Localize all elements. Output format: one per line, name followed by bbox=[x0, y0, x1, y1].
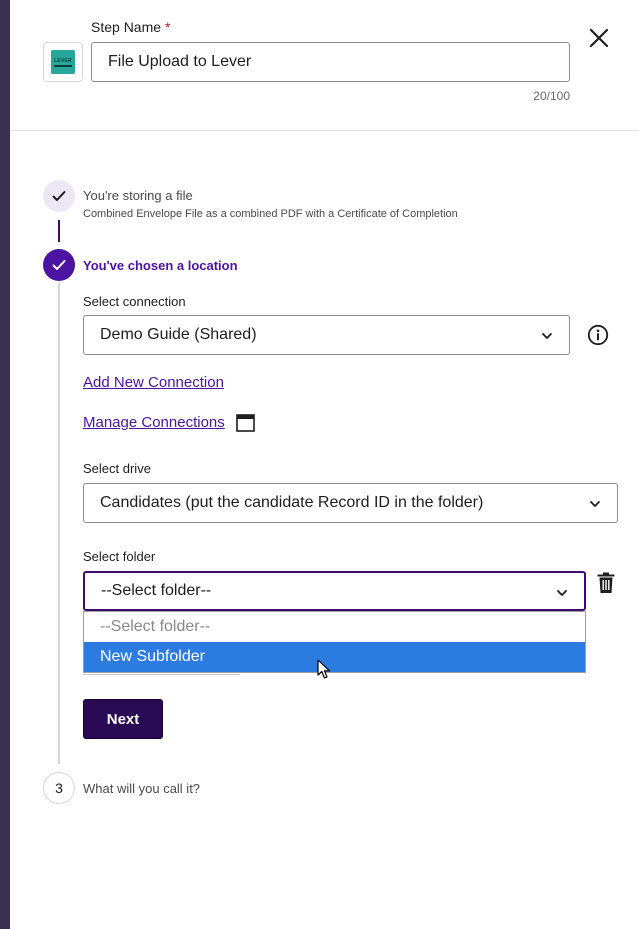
header-divider bbox=[10, 130, 639, 131]
step-connector-2 bbox=[58, 282, 60, 764]
external-window-icon[interactable] bbox=[236, 414, 255, 432]
step-2-active-badge bbox=[43, 249, 75, 281]
manage-connections-link[interactable]: Manage Connections bbox=[83, 414, 225, 431]
step-1-complete-badge bbox=[43, 180, 75, 212]
required-mark: * bbox=[164, 19, 171, 35]
step-3-title: What will you call it? bbox=[83, 781, 201, 796]
connection-select-value: Demo Guide (Shared) bbox=[100, 326, 257, 343]
check-icon bbox=[52, 191, 66, 201]
mouse-cursor-icon bbox=[317, 659, 331, 679]
step-3-badge: 3 bbox=[43, 772, 75, 804]
char-counter: 20/100 bbox=[533, 89, 570, 103]
step-1-subtitle: Combined Envelope File as a combined PDF… bbox=[83, 208, 458, 220]
trash-icon[interactable] bbox=[597, 572, 615, 594]
step-editor-panel: LEVER Step Name * 20/100 You're storing … bbox=[10, 0, 639, 929]
drive-select-value: Candidates (put the candidate Record ID … bbox=[100, 494, 484, 511]
folder-dropdown-list: --Select folder-- New Subfolder bbox=[83, 611, 586, 673]
lever-logo-text: LEVER bbox=[54, 58, 72, 64]
folder-option-placeholder[interactable]: --Select folder-- bbox=[84, 612, 585, 642]
select-folder-label: Select folder bbox=[83, 549, 156, 564]
check-icon bbox=[52, 260, 66, 270]
chevron-down-icon bbox=[590, 501, 600, 507]
step-name-label: Step Name * bbox=[91, 19, 171, 35]
step-2-title: You've chosen a location bbox=[83, 258, 238, 273]
obscured-element-edge bbox=[83, 673, 240, 675]
lever-logo: LEVER bbox=[43, 42, 83, 82]
folder-select-value: --Select folder-- bbox=[101, 582, 212, 599]
chevron-down-icon bbox=[557, 590, 567, 596]
next-button[interactable]: Next bbox=[83, 699, 163, 739]
lever-logo-mark: LEVER bbox=[51, 50, 75, 74]
folder-select[interactable]: --Select folder-- bbox=[83, 571, 586, 611]
folder-option-new-subfolder[interactable]: New Subfolder bbox=[84, 642, 585, 672]
step-1-title: You're storing a file bbox=[83, 188, 193, 203]
chevron-down-icon bbox=[542, 333, 552, 339]
step-connector-1 bbox=[58, 220, 60, 242]
select-drive-label: Select drive bbox=[83, 461, 151, 476]
select-connection-label: Select connection bbox=[83, 294, 186, 309]
close-icon[interactable] bbox=[587, 26, 611, 50]
app-sidebar-edge bbox=[0, 0, 10, 929]
connection-select[interactable]: Demo Guide (Shared) bbox=[83, 315, 570, 355]
drive-select[interactable]: Candidates (put the candidate Record ID … bbox=[83, 483, 618, 523]
info-icon[interactable] bbox=[587, 324, 609, 346]
add-new-connection-link[interactable]: Add New Connection bbox=[83, 374, 224, 391]
step-name-input[interactable] bbox=[91, 42, 570, 82]
